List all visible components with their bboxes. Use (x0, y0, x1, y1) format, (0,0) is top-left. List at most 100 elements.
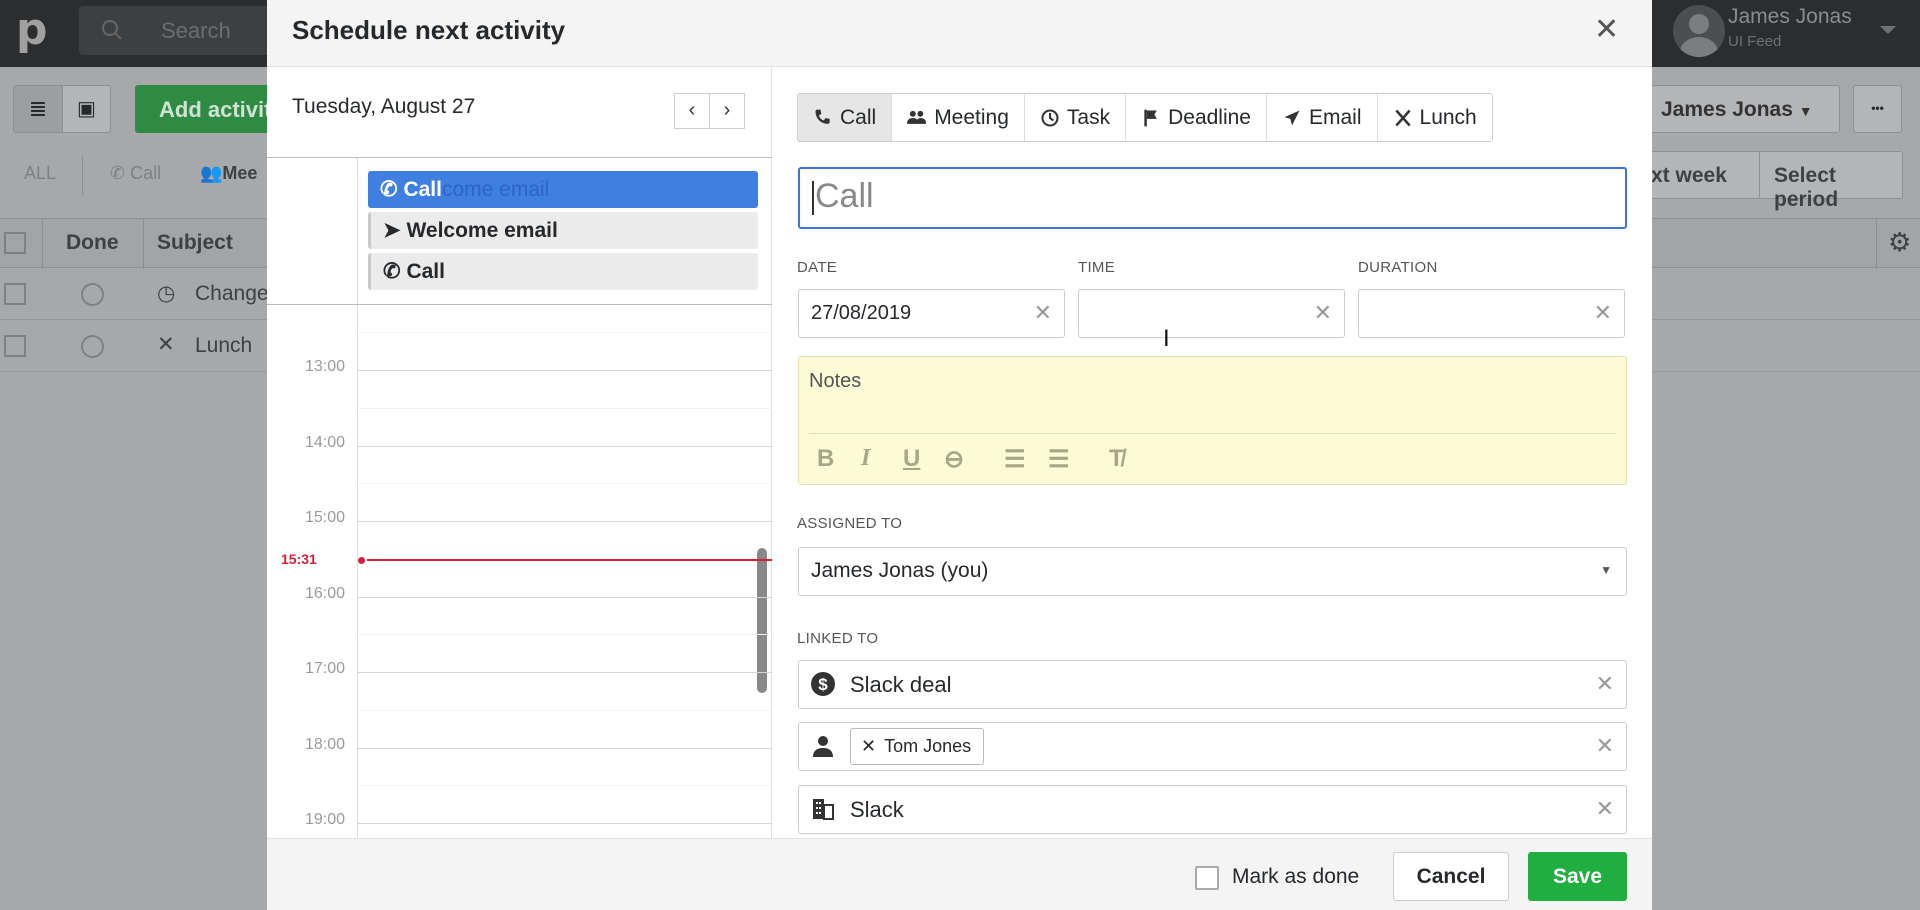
view-toggle[interactable]: ≣ ▣ (13, 85, 111, 133)
person-value: Tom Jones (884, 736, 972, 756)
notes-placeholder: Notes (809, 370, 862, 392)
save-button[interactable]: Save (1528, 852, 1627, 901)
numbered-list-icon[interactable]: ☰ (1048, 445, 1070, 474)
more-button[interactable]: ••• (1853, 85, 1902, 133)
underline-icon[interactable]: U (903, 445, 920, 473)
prev-day-button[interactable]: ‹ (674, 93, 710, 129)
people-icon (907, 110, 927, 124)
owner-label: James Jonas (1661, 98, 1793, 121)
people-icon: 👥 (200, 163, 223, 183)
done-toggle[interactable] (81, 283, 104, 306)
user-name[interactable]: James Jonas (1728, 5, 1852, 29)
search-icon (102, 20, 122, 40)
select-period-button[interactable]: Select period (1774, 164, 1902, 212)
linked-deal-field[interactable]: $ Slack deal ✕ (798, 660, 1627, 709)
clear-format-icon[interactable]: T̸ (1109, 445, 1124, 473)
calendar-event[interactable]: ➤ Welcome email (368, 212, 758, 249)
hour-label: 18:00 (304, 735, 345, 753)
subject-input[interactable]: Call (798, 167, 1627, 229)
chevron-down-icon[interactable] (1880, 26, 1896, 34)
duration-input[interactable]: ✕ (1358, 289, 1625, 338)
clear-icon[interactable]: ✕ (1596, 733, 1614, 759)
divider (82, 155, 83, 195)
linked-organization-field[interactable]: Slack ✕ (798, 785, 1627, 834)
list-view-icon[interactable]: ≣ (14, 86, 62, 132)
current-time-dot (358, 557, 365, 564)
event-ghost-label: come email (441, 178, 550, 201)
clear-icon[interactable]: ✕ (1594, 300, 1612, 326)
svg-text:$: $ (818, 675, 828, 694)
linked-label: LINKED TO (797, 630, 879, 647)
notes-editor[interactable]: Notes B I U ⊖ ☰ ☰ T̸ (798, 356, 1627, 485)
current-time-label: 15:31 (281, 551, 317, 567)
clear-icon[interactable]: ✕ (1314, 300, 1332, 326)
person-chip[interactable]: ✕ Tom Jones (850, 728, 985, 765)
tab-lunch[interactable]: Lunch (1377, 94, 1492, 141)
remove-icon[interactable]: ✕ (861, 736, 876, 756)
select-all-checkbox[interactable] (4, 232, 26, 254)
next-week-button[interactable]: xt week (1651, 164, 1727, 188)
row-subject[interactable]: Lunch (195, 334, 252, 358)
next-day-button[interactable]: › (709, 93, 745, 129)
filter-call[interactable]: ✆ Call (110, 163, 161, 184)
tab-deadline[interactable]: Deadline (1126, 94, 1267, 141)
tab-label: Task (1066, 105, 1111, 129)
done-toggle[interactable] (81, 335, 104, 358)
linked-person-field[interactable]: ✕ Tom Jones ✕ (798, 722, 1627, 771)
dollar-icon: $ (811, 672, 835, 696)
assigned-label: ASSIGNED TO (797, 515, 903, 532)
phone-icon: ✆ (380, 178, 398, 201)
utensils-icon: ✕ (157, 333, 175, 356)
phone-icon: ✆ (110, 163, 126, 183)
clear-icon[interactable]: ✕ (1034, 300, 1052, 326)
gear-icon[interactable]: ⚙ (1888, 227, 1911, 258)
close-icon[interactable]: ✕ (1594, 12, 1619, 47)
filter-all[interactable]: ALL (24, 163, 56, 184)
time-label: TIME (1078, 259, 1116, 276)
hour-label: 13:00 (304, 358, 345, 375)
italic-icon[interactable]: I (861, 445, 870, 472)
date-input[interactable]: 27/08/2019 ✕ (798, 289, 1065, 338)
tab-email[interactable]: Email (1267, 94, 1378, 141)
calendar-event-active[interactable]: ✆ Callcome email (368, 171, 758, 208)
half-hour-line (357, 785, 772, 787)
avatar[interactable] (1673, 5, 1725, 57)
text-cursor-icon: I (1163, 325, 1170, 352)
current-time-line (367, 559, 772, 561)
utensils-icon (1394, 109, 1411, 126)
bullet-list-icon[interactable]: ☰ (1004, 445, 1026, 474)
calendar-view-icon[interactable]: ▣ (62, 86, 110, 132)
tab-call[interactable]: Call (798, 94, 893, 141)
column-done[interactable]: Done (66, 231, 119, 255)
filter-meeting[interactable]: 👥Mee (200, 163, 257, 184)
clear-icon[interactable]: ✕ (1596, 796, 1614, 822)
link-icon[interactable]: ⊖ (944, 445, 964, 474)
row-checkbox[interactable] (4, 283, 26, 305)
modal-title: Schedule next activity (292, 15, 566, 45)
hour-line (357, 370, 772, 371)
hour-label: 17:00 (304, 660, 345, 677)
cancel-button[interactable]: Cancel (1393, 852, 1509, 901)
tab-task[interactable]: Task (1024, 94, 1127, 141)
clear-icon[interactable]: ✕ (1596, 671, 1614, 697)
time-input[interactable]: ✕ (1078, 289, 1345, 338)
add-activity-button[interactable]: Add activit (135, 85, 275, 133)
mark-done-label[interactable]: Mark as done (1232, 865, 1359, 889)
tab-meeting[interactable]: Meeting (892, 94, 1025, 141)
column-subject[interactable]: Subject (157, 231, 233, 255)
assigned-to-select[interactable]: James Jonas (you) ▼ (798, 547, 1627, 596)
owner-filter-button[interactable]: James Jonas ▼ (1640, 85, 1840, 133)
time-grid[interactable]: 13:00 14:00 15:00 16:00 17:00 18:00 19:00 15:31 (267, 305, 772, 838)
row-checkbox[interactable] (4, 335, 26, 357)
caret-down-icon: ▼ (1600, 563, 1612, 577)
person-icon (813, 736, 833, 757)
building-icon (813, 799, 834, 820)
hour-line (357, 823, 772, 824)
row-subject[interactable]: Change (195, 282, 269, 306)
date-value: 27/08/2019 (811, 302, 912, 324)
organization-value: Slack (850, 797, 904, 822)
bold-icon[interactable]: B (817, 445, 834, 473)
hour-line (357, 445, 772, 447)
mark-done-checkbox[interactable] (1195, 866, 1219, 890)
calendar-event[interactable]: ✆ Call (368, 253, 758, 290)
